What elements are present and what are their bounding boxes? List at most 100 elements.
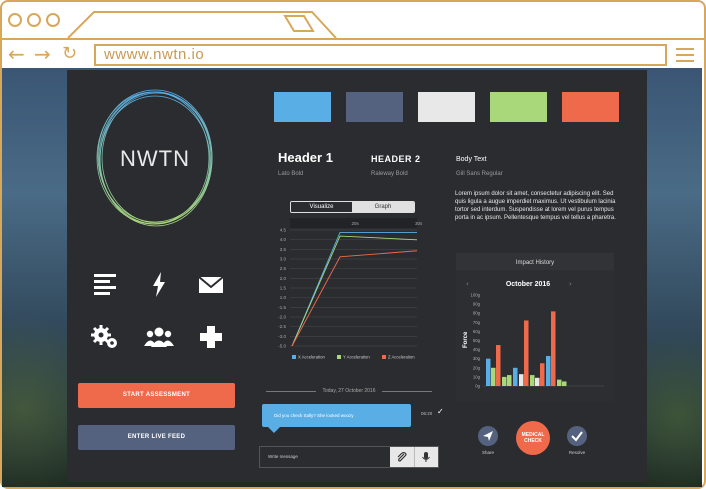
legend-label: Z Acceleration: [388, 355, 415, 360]
list-icon[interactable]: [92, 269, 122, 299]
prev-month-icon: ‹: [466, 280, 469, 288]
share-label: Share: [481, 450, 494, 455]
bar: [535, 377, 540, 386]
y-tick-label: 3.0: [280, 257, 287, 262]
month-label: October 2016: [506, 281, 550, 288]
y-tick-label: 3.5: [280, 247, 287, 252]
y-tick-label: -2.0: [278, 315, 286, 320]
header-2-font: Raleway Bold: [371, 171, 408, 177]
y-tick-label: 70g: [473, 320, 481, 325]
y-tick-label: 1.5: [280, 286, 287, 291]
bar: [486, 358, 491, 386]
url-bar[interactable]: wwww.nwtn.io: [94, 44, 667, 66]
bar: [491, 367, 496, 386]
legend-label: X Acceleration: [298, 355, 325, 360]
users-icon[interactable]: [144, 322, 174, 352]
y-tick-label: 20g: [473, 365, 481, 370]
bar: [551, 311, 556, 386]
chat-message-bubble: Did you check Sally? She looked woozy: [262, 404, 411, 427]
y-tick-label: -1.5: [278, 305, 286, 310]
chat-date: Today, 27 October 2016: [322, 388, 376, 394]
share-action[interactable]: Share: [474, 426, 502, 455]
header-1-font: Lato Bold: [278, 171, 304, 177]
attach-icon[interactable]: [396, 451, 408, 463]
resolve-action[interactable]: Resolve: [563, 426, 591, 455]
plus-icon[interactable]: [196, 322, 226, 352]
share-icon[interactable]: [478, 426, 498, 446]
gears-icon[interactable]: [90, 322, 120, 352]
menu-icon[interactable]: [676, 48, 694, 62]
view-toggle[interactable]: Visualize Graph: [290, 201, 415, 213]
y-tick-label: 0g: [475, 384, 480, 389]
url-text[interactable]: wwww.nwtn.io: [104, 46, 204, 64]
toggle-graph[interactable]: Graph: [352, 202, 414, 212]
resolve-check-icon[interactable]: [567, 426, 587, 446]
medical-check-button[interactable]: MEDICAL CHECK: [516, 421, 550, 455]
bar: [513, 367, 518, 386]
resolve-label: Resolve: [568, 450, 586, 455]
y-tick-label: -2.5: [278, 324, 286, 329]
legend-swatch: [382, 355, 386, 359]
browser-toolbar: ← → ↻ wwww.nwtn.io: [2, 38, 704, 68]
bar: [519, 374, 524, 386]
y-tick-label: 80g: [473, 311, 481, 316]
y-tick-label: -3.0: [278, 334, 286, 339]
logo: NWTN: [95, 88, 215, 228]
start-assessment-button[interactable]: START ASSESSMENT: [78, 383, 235, 408]
y-axis-label: Force: [463, 331, 469, 348]
bubble-tail: [268, 427, 280, 433]
microphone-icon[interactable]: [420, 451, 432, 463]
y-tick-label: 30g: [473, 356, 481, 361]
y-tick-label: 1.0: [280, 295, 287, 300]
back-icon[interactable]: ←: [8, 43, 25, 65]
swatch-blue: [274, 92, 331, 122]
y-tick-label: 2.0: [280, 276, 287, 281]
message-composer: Write message: [259, 446, 439, 468]
body-text-font: Gill Sans Regular: [456, 171, 503, 177]
bar: [562, 381, 567, 386]
read-check-icon: ✓: [437, 407, 444, 416]
swatch-orange: [562, 92, 619, 122]
body-text-sample: Body Text: [456, 156, 487, 163]
impact-history-chart: Impact History ‹ October 2016 › 100g 90g 80g 70…: [456, 253, 614, 401]
bar: [557, 379, 562, 386]
bar: [530, 375, 535, 386]
x-tick-label: 30s: [415, 221, 423, 226]
lightning-icon[interactable]: [144, 269, 174, 299]
bar: [507, 375, 512, 386]
chart-title: Impact History: [516, 260, 554, 266]
lorem-paragraph: Lorem ipsum dolor sit amet, consectetur …: [455, 191, 616, 221]
bar: [540, 363, 545, 386]
tab-bar: [2, 2, 704, 38]
mail-icon[interactable]: [196, 269, 226, 299]
header-2-sample: HEADER 2: [371, 154, 421, 164]
legend-swatch: [337, 355, 341, 359]
legend-swatch: [292, 355, 296, 359]
medical-check-action[interactable]: MEDICAL CHECK: [515, 421, 551, 455]
message-input[interactable]: Write message: [268, 447, 298, 467]
forward-icon[interactable]: →: [34, 43, 51, 65]
legend-label: Y Acceleration: [343, 355, 370, 360]
acceleration-line-chart: 20s 30s 4.5 4.0 3.5 3.0 2.5 2.0 1.5 1.0 -1.5 -2.0 -2…: [278, 218, 423, 360]
toggle-visualize[interactable]: Visualize: [291, 202, 352, 212]
reload-icon[interactable]: ↻: [62, 43, 77, 65]
bar: [496, 345, 501, 386]
y-tick-label: 40g: [473, 347, 481, 352]
bar: [546, 355, 551, 386]
swatch-green: [490, 92, 547, 122]
y-tick-label: -5.0: [278, 344, 286, 349]
swatch-light: [418, 92, 475, 122]
browser-tab[interactable]: [2, 2, 704, 38]
y-tick-label: 4.0: [280, 237, 287, 242]
bar: [524, 320, 529, 386]
enter-live-feed-button[interactable]: ENTER LIVE FEED: [78, 425, 235, 450]
y-tick-label: 4.5: [280, 228, 287, 233]
x-tick-label: 20s: [352, 221, 360, 226]
logo-text: NWTN: [120, 146, 190, 171]
series-line-3: [291, 250, 418, 347]
message-time: 06:20: [421, 411, 433, 416]
swatch-slate: [346, 92, 403, 122]
y-tick-label: 90g: [473, 302, 481, 307]
y-tick-label: 60g: [473, 329, 481, 334]
bar: [502, 376, 507, 386]
